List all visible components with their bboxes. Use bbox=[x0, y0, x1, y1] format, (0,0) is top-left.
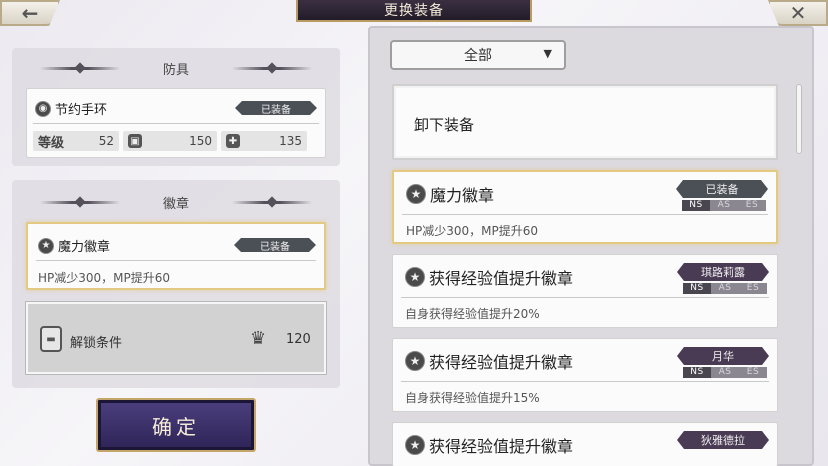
equipped-badge: 已装备 bbox=[676, 180, 768, 198]
unequip-button[interactable]: 卸下装备 bbox=[392, 84, 778, 160]
list-item-desc: HP减少300，MP提升60 bbox=[406, 224, 539, 238]
status-row: NS AS ES bbox=[682, 200, 766, 211]
list-item[interactable]: ★ 获得经验值提升徽章 琪路莉露 NS AS ES 自身获得经验值提升20% bbox=[392, 254, 778, 328]
armor-item-name: 节约手环 bbox=[55, 103, 108, 118]
armor-panel: 防具 ◉ 节约手环 已装备 等级 52 ▣ 150 ✚ 135 bbox=[12, 48, 340, 166]
status-row: NS AS ES bbox=[683, 283, 767, 294]
level-stat: 等级 52 bbox=[33, 131, 119, 151]
list-item-desc: 自身获得经验值提升20% bbox=[405, 307, 540, 321]
owner-badge: 月华 bbox=[677, 347, 769, 365]
divider bbox=[36, 260, 316, 261]
equipped-badge: 已装备 bbox=[235, 101, 317, 115]
badge-item-name: 魔力徽章 bbox=[58, 240, 111, 255]
badge-item-card[interactable]: ★ 魔力徽章 已装备 HP减少300，MP提升60 bbox=[26, 222, 326, 290]
hp-value: 135 bbox=[279, 134, 302, 148]
filter-dropdown[interactable]: 全部 ▼ bbox=[390, 40, 566, 70]
list-item-desc: 自身获得经验值提升15% bbox=[405, 391, 540, 405]
list-item[interactable]: ★ 魔力徽章 已装备 NS AS ES HP减少300，MP提升60 bbox=[392, 170, 778, 244]
level-value: 52 bbox=[98, 134, 114, 148]
armor-item-card[interactable]: ◉ 节约手环 已装备 等级 52 ▣ 150 ✚ 135 bbox=[26, 88, 326, 158]
status-ns: NS bbox=[682, 200, 710, 211]
ornament-right bbox=[232, 67, 312, 70]
plus-icon: ✚ bbox=[226, 134, 240, 148]
divider bbox=[401, 297, 769, 298]
star-badge-icon: ★ bbox=[38, 237, 54, 254]
shield-icon: ▣ bbox=[128, 134, 142, 148]
badge-heading: 徽章 bbox=[162, 196, 189, 212]
owner-badge: 狄雅德拉 bbox=[677, 431, 769, 449]
unlock-label: 解锁条件 bbox=[70, 336, 123, 351]
back-arrow-icon: ← bbox=[21, 1, 39, 25]
status-ns: NS bbox=[683, 367, 711, 378]
ornament-left bbox=[40, 201, 120, 204]
defense-value: 150 bbox=[189, 134, 212, 148]
status-ns: NS bbox=[683, 283, 711, 294]
currency-icon: ♛ bbox=[250, 328, 267, 349]
divider bbox=[402, 214, 768, 215]
star-badge-icon: ★ bbox=[405, 435, 425, 455]
level-label: 等级 bbox=[38, 135, 65, 151]
list-item-name: 获得经验值提升徽章 bbox=[429, 353, 574, 372]
status-row: NS AS ES bbox=[683, 367, 767, 378]
status-es: ES bbox=[739, 367, 767, 378]
defense-stat: ▣ 150 bbox=[123, 131, 217, 151]
star-badge-icon: ★ bbox=[405, 267, 425, 287]
list-item-name: 获得经验值提升徽章 bbox=[429, 437, 574, 456]
star-badge-icon: ★ bbox=[405, 351, 425, 371]
status-es: ES bbox=[739, 283, 767, 294]
list-item-name: 获得经验值提升徽章 bbox=[429, 269, 574, 288]
list-item[interactable]: ★ 获得经验值提升徽章 狄雅德拉 bbox=[392, 422, 778, 466]
divider bbox=[401, 381, 769, 382]
bracelet-icon: ◉ bbox=[35, 100, 51, 117]
page-title: 更换装备 bbox=[296, 0, 532, 22]
badge-panel: 徽章 ★ 魔力徽章 已装备 HP减少300，MP提升60 ▬ 解锁条件 ♛ 12… bbox=[12, 180, 340, 388]
chevron-down-icon: ▼ bbox=[543, 47, 552, 60]
filter-selected: 全部 bbox=[464, 48, 492, 64]
lock-icon: ▬ bbox=[40, 326, 62, 352]
ornament-left bbox=[40, 67, 120, 70]
list-item-name: 魔力徽章 bbox=[430, 186, 495, 205]
status-es: ES bbox=[738, 200, 766, 211]
status-as: AS bbox=[711, 283, 739, 294]
scrollbar[interactable] bbox=[796, 84, 802, 154]
divider bbox=[33, 123, 319, 124]
badge-section-header: 徽章 bbox=[12, 190, 340, 214]
owner-badge: 琪路莉露 bbox=[677, 263, 769, 281]
unlock-value: 120 bbox=[286, 332, 311, 347]
hp-stat: ✚ 135 bbox=[221, 131, 307, 151]
confirm-button[interactable]: 确定 bbox=[96, 398, 256, 452]
armor-section-header: 防具 bbox=[12, 56, 340, 80]
close-icon: ✕ bbox=[789, 1, 807, 25]
unequip-label: 卸下装备 bbox=[414, 116, 475, 134]
status-as: AS bbox=[711, 367, 739, 378]
status-as: AS bbox=[710, 200, 738, 211]
badge-item-desc: HP减少300，MP提升60 bbox=[38, 271, 171, 285]
star-badge-icon: ★ bbox=[406, 184, 426, 204]
close-button[interactable]: ✕ bbox=[768, 0, 828, 26]
list-item[interactable]: ★ 获得经验值提升徽章 月华 NS AS ES 自身获得经验值提升15% bbox=[392, 338, 778, 412]
unlock-condition: ▬ 解锁条件 ♛ 120 bbox=[25, 301, 327, 375]
equipped-badge: 已装备 bbox=[234, 238, 316, 252]
back-button[interactable]: ← bbox=[0, 0, 60, 26]
armor-heading: 防具 bbox=[162, 62, 189, 78]
ornament-right bbox=[232, 201, 312, 204]
